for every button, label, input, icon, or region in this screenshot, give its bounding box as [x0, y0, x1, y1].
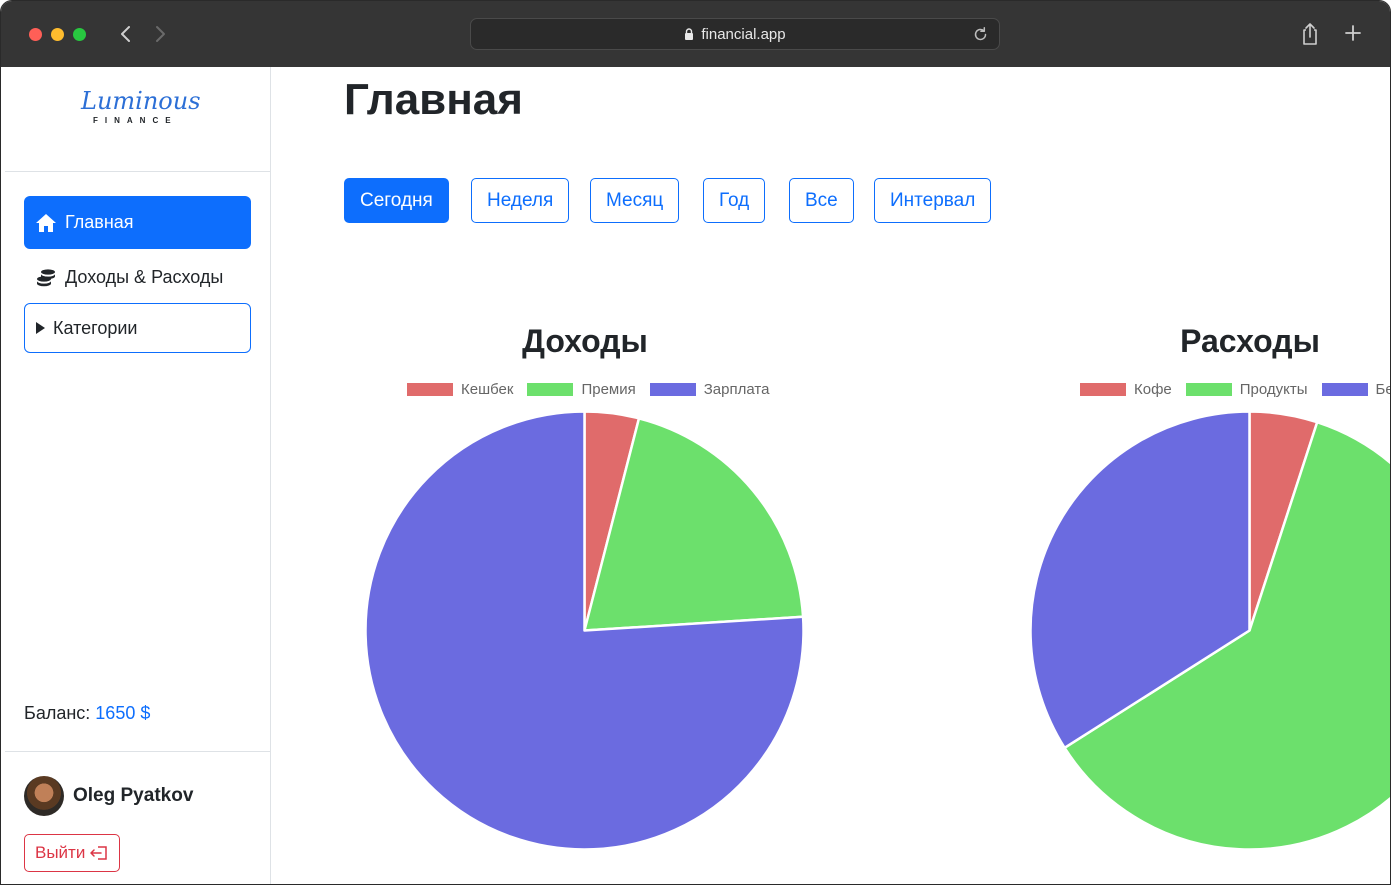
sidebar-item-label: Доходы & Расходы: [65, 267, 224, 287]
balance: Баланс: 1650 $: [24, 703, 150, 724]
income-chart-legend: Кешбек Премия Зарплата: [407, 381, 783, 398]
legend-item[interactable]: Бе: [1321, 381, 1390, 398]
legend-item[interactable]: Кешбек: [407, 381, 513, 398]
caret-right-icon: [36, 322, 45, 334]
forward-arrow-icon[interactable]: [149, 21, 171, 47]
expenses-pie-chart: [1029, 410, 1390, 851]
legend-label: Кешбек: [461, 381, 514, 398]
legend-swatch: [1080, 383, 1126, 396]
page-title: Главная: [344, 75, 523, 124]
minimize-window-button[interactable]: [51, 28, 64, 41]
new-tab-plus-icon[interactable]: [1343, 23, 1363, 43]
logout-label: Выйти: [35, 843, 86, 862]
legend-label: Продукты: [1239, 381, 1308, 398]
legend-item[interactable]: Кофе: [1080, 381, 1172, 398]
sidebar-item-income-expenses[interactable]: Доходы & Расходы: [24, 251, 251, 304]
logout-icon: [90, 846, 108, 860]
share-icon[interactable]: [1299, 21, 1321, 47]
sidebar-divider-top: [5, 171, 270, 172]
user-profile[interactable]: Oleg Pyatkov: [24, 776, 193, 816]
address-bar[interactable]: financial.app: [470, 18, 1000, 50]
sidebar: Luminous FINANCE Главная Доходы & Расход…: [5, 67, 271, 884]
logo-script: Luminous: [80, 87, 201, 115]
sidebar-item-home[interactable]: Главная: [24, 196, 251, 249]
expenses-chart-title: Расходы: [1180, 323, 1320, 359]
legend-item[interactable]: Премия: [527, 381, 636, 398]
legend-swatch: [527, 383, 574, 396]
period-month-button[interactable]: Месяц: [590, 178, 680, 223]
income-pie-chart: [364, 410, 805, 851]
url-label: financial.app: [701, 26, 786, 43]
user-name: Oleg Pyatkov: [73, 785, 194, 806]
sidebar-item-label: Категории: [53, 317, 138, 338]
lock-icon: [685, 28, 694, 40]
avatar[interactable]: [24, 776, 64, 816]
period-all-button[interactable]: Все: [789, 178, 854, 223]
period-today-button[interactable]: Сегодня: [344, 178, 449, 223]
legend-swatch: [1185, 383, 1232, 396]
expenses-chart-legend: Кофе Продукты Бе: [1080, 381, 1390, 398]
legend-swatch: [649, 383, 696, 396]
home-icon: [36, 213, 56, 232]
period-week-button[interactable]: Неделя: [471, 178, 570, 223]
luminous-finance-logo[interactable]: Luminous FINANCE: [79, 79, 203, 127]
legend-label: Кофе: [1134, 381, 1172, 398]
sidebar-item-label: Главная: [65, 212, 134, 232]
close-window-button[interactable]: [29, 28, 42, 41]
legend-label: Премия: [581, 381, 636, 398]
legend-item[interactable]: Продукты: [1185, 381, 1308, 398]
legend-label: Зарплата: [703, 381, 770, 398]
legend-swatch: [1321, 383, 1368, 396]
period-interval-button[interactable]: Интервал: [874, 178, 992, 223]
sidebar-item-categories[interactable]: Категории: [24, 303, 251, 353]
balance-amount: 1650 $: [95, 703, 151, 723]
legend-label: Бе: [1375, 381, 1390, 398]
maximize-window-button[interactable]: [73, 28, 86, 41]
reload-icon[interactable]: [972, 26, 989, 43]
sidebar-divider-bottom: [5, 751, 270, 752]
back-arrow-icon[interactable]: [115, 21, 137, 47]
income-chart-title: Доходы: [522, 323, 648, 359]
browser-window: financial.app Luminous FINANCE Главная Д…: [0, 0, 1391, 885]
balance-label: Баланс:: [24, 703, 91, 723]
browser-titlebar: financial.app: [1, 1, 1390, 67]
coins-icon: [37, 268, 55, 286]
legend-item[interactable]: Зарплата: [649, 381, 770, 398]
address-bar-text: financial.app: [471, 26, 999, 43]
legend-swatch: [407, 383, 453, 396]
logo-subtitle: FINANCE: [93, 116, 178, 125]
logout-button[interactable]: Выйти: [24, 834, 121, 872]
period-year-button[interactable]: Год: [703, 178, 766, 223]
